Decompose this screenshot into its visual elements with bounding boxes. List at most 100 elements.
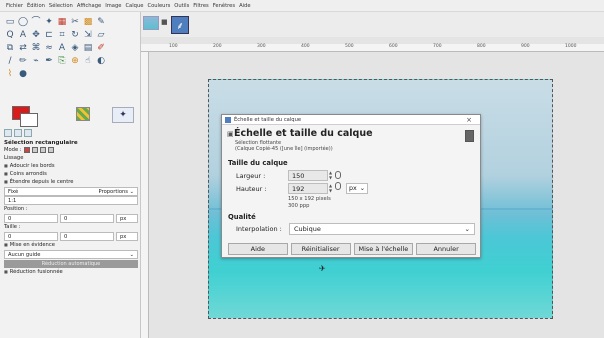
tab-icon[interactable] (14, 128, 22, 137)
dodge-burn-icon[interactable]: ◐ (95, 56, 107, 68)
close-icon[interactable]: × (466, 116, 472, 124)
mode-replace[interactable] (23, 147, 30, 153)
ink-icon[interactable]: ✒ (43, 56, 55, 68)
tab-icon[interactable] (4, 128, 12, 137)
menu-calque[interactable]: Calque (125, 3, 143, 9)
paintbrush-icon[interactable]: / (4, 56, 16, 68)
ratio-input[interactable]: 1:1 (4, 196, 138, 205)
menu-affichage[interactable]: Affichage (77, 3, 101, 9)
menu-edition[interactable]: Édition (27, 3, 45, 9)
gradient-icon[interactable]: ▤ (82, 43, 94, 55)
position-x-input[interactable]: 0 (4, 214, 58, 223)
highlight-option[interactable]: Mise en évidence (4, 241, 138, 249)
scale-icon[interactable]: ⇲ (82, 30, 94, 42)
scale-button[interactable]: Mise à l'échelle (353, 243, 414, 255)
brush-swatch[interactable]: ✦ (112, 107, 134, 123)
crop-icon[interactable]: ⌗ (56, 30, 68, 42)
mode-add[interactable] (31, 147, 38, 153)
pencil-icon[interactable]: ✐ (95, 43, 107, 55)
move-icon[interactable]: ✥ (30, 30, 42, 42)
text-icon[interactable]: A (56, 43, 68, 55)
reset-button[interactable]: Réinitialiser (290, 243, 351, 255)
size-w-input[interactable]: 0 (4, 232, 58, 241)
zoom-icon[interactable]: Q (4, 30, 16, 42)
scissors-icon[interactable]: ✂ (69, 17, 81, 29)
cancel-button[interactable]: Annuler (416, 243, 476, 255)
menu-image[interactable]: Image (105, 3, 121, 9)
paths-icon[interactable]: ✎ (95, 17, 107, 29)
dialog-buttons: Aide Réinitialiser Mise à l'échelle Annu… (228, 243, 476, 255)
mode-subtract[interactable] (39, 147, 46, 153)
ellipse-select-icon[interactable]: ◯ (17, 17, 29, 29)
rotate-icon[interactable]: ↻ (69, 30, 81, 42)
scale-icon: ▣ (227, 130, 234, 138)
menu-fichier[interactable]: Fichier (6, 3, 23, 9)
menu-fenetres[interactable]: Fenêtres (213, 3, 235, 9)
fuzzy-select-icon[interactable]: ✦ (43, 17, 55, 29)
color-picker-icon[interactable]: ⌇ (4, 69, 16, 81)
dialog-header-title: Échelle et taille du calque (234, 128, 373, 139)
menu-aide[interactable]: Aide (239, 3, 250, 9)
mode-intersect[interactable] (47, 147, 54, 153)
align-icon[interactable]: ⊏ (43, 30, 55, 42)
smudge-icon[interactable]: ☝ (82, 56, 94, 68)
airbrush-icon[interactable]: ⌁ (30, 56, 42, 68)
auto-shrink-button[interactable]: Réduction automatique (4, 260, 138, 268)
tool-options: Sélection rectangulaire Mode : Lissage A… (4, 128, 138, 276)
width-spinner[interactable]: ▲ ▼ (328, 170, 333, 181)
ruler-tick: 100 (169, 44, 178, 49)
menu-selection[interactable]: Sélection (49, 3, 73, 9)
menu-bar: Fichier Édition Sélection Affichage Imag… (0, 0, 604, 12)
tab-icon[interactable] (24, 128, 32, 137)
ruler-tick: 700 (433, 44, 442, 49)
warp-icon[interactable]: ≈ (43, 43, 55, 55)
chain-link-icon[interactable] (334, 171, 342, 193)
shear-icon[interactable]: ▱ (95, 30, 107, 42)
ruler-tick: 200 (213, 44, 222, 49)
ruler-tick: 300 (257, 44, 266, 49)
background-color[interactable] (20, 113, 38, 127)
lissage-option[interactable]: Lissage (4, 154, 138, 162)
coins-option[interactable]: Coins arrondis (4, 170, 138, 178)
rect-select-icon[interactable]: ▭ (4, 17, 16, 29)
eraser-icon[interactable]: ✏ (17, 56, 29, 68)
perspective-icon[interactable]: ⧉ (4, 43, 16, 55)
clone-icon[interactable]: ⎘ (56, 56, 68, 68)
flip-icon[interactable]: ⇄ (17, 43, 29, 55)
dialog-header: ▣ Échelle et taille du calque Sélection … (222, 125, 480, 155)
close-tab-icon[interactable]: ■ (161, 18, 168, 26)
shrink-merged-option[interactable]: Réduction fusionnée (4, 268, 138, 276)
image-tab-thumbnail[interactable] (143, 16, 159, 30)
menu-filtres[interactable]: Filtres (193, 3, 208, 9)
width-input[interactable]: 150 (288, 170, 328, 181)
free-select-icon[interactable]: ⌒ (30, 17, 42, 29)
heal-icon[interactable]: ⊕ (69, 56, 81, 68)
pattern-swatch[interactable] (76, 107, 90, 121)
color-select-icon[interactable]: ▦ (56, 17, 68, 29)
interpolation-select[interactable]: Cubique ⌄ (289, 223, 475, 235)
measure-icon[interactable]: A (17, 30, 29, 42)
resolution-info: 300 ppp (288, 203, 310, 209)
position-y-input[interactable]: 0 (60, 214, 114, 223)
guide-select[interactable]: Aucun guide ⌄ (4, 250, 138, 259)
height-input[interactable]: 192 (288, 183, 328, 194)
etendre-option[interactable]: Étendre depuis le centre (4, 178, 138, 186)
unit-select[interactable]: px ⌄ (346, 183, 368, 194)
size-h-input[interactable]: 0 (60, 232, 114, 241)
size-unit-select[interactable]: px (116, 232, 138, 241)
cage-icon[interactable]: ⌘ (30, 43, 42, 55)
dialog-titlebar[interactable]: Échelle et taille du calque × (222, 115, 480, 125)
position-unit-select[interactable]: px (116, 214, 138, 223)
fixed-ratio-select[interactable]: Fixé Proportions ⌄ (4, 187, 138, 196)
mode-row: Mode : (4, 146, 138, 154)
foreground-select-icon[interactable]: ▩ (82, 17, 94, 29)
help-button[interactable]: Aide (228, 243, 288, 255)
menu-couleurs[interactable]: Couleurs (147, 3, 170, 9)
size-row: 0 0 px (4, 232, 138, 241)
bucket-fill-icon[interactable]: ◈ (69, 43, 81, 55)
menu-outils[interactable]: Outils (174, 3, 189, 9)
adoucir-option[interactable]: Adoucir les bords (4, 162, 138, 170)
active-image-tab[interactable]: ⸙ (171, 16, 189, 34)
height-spinner[interactable]: ▲ ▼ (328, 183, 333, 194)
blur-icon[interactable]: ● (17, 69, 29, 81)
